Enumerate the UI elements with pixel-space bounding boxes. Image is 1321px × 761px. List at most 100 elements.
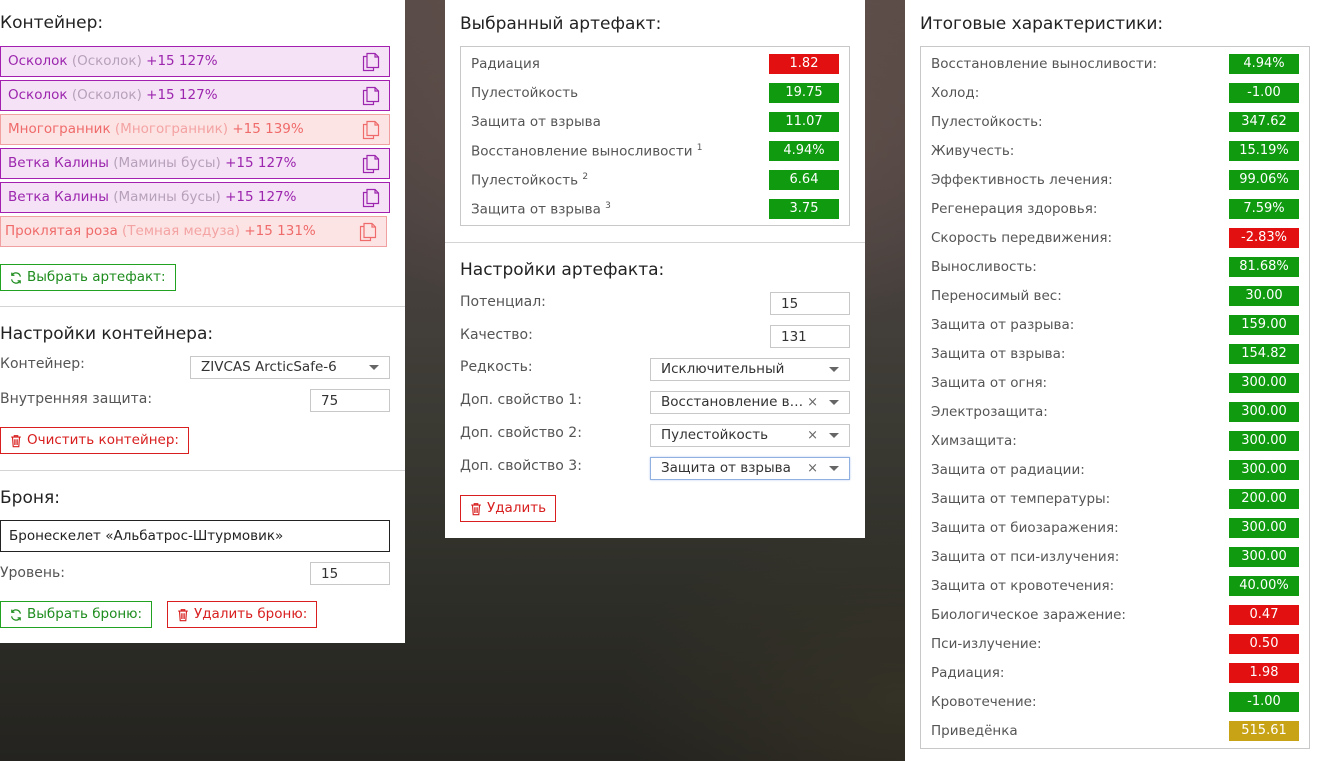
stat-label-text: Пулестойкость: bbox=[931, 114, 1043, 130]
artifact-row[interactable]: Осколок (Осколок) +15 127% bbox=[0, 80, 390, 111]
stat-label-text: Восстановление выносливости bbox=[471, 143, 693, 160]
prop1-label: Доп. свойство 1: bbox=[460, 392, 582, 408]
stat-value: -1.00 bbox=[1229, 83, 1299, 103]
stat-row: Регенерация здоровья: 7.59% bbox=[921, 195, 1309, 224]
select-armor-button[interactable]: Выбрать броню: bbox=[0, 601, 153, 628]
select-armor-label: Выбрать броню: bbox=[27, 606, 143, 622]
stat-value: 6.64 bbox=[769, 170, 839, 190]
stat-row: Живучесть: 15.19% bbox=[921, 137, 1309, 166]
container-title: Контейнер: bbox=[0, 13, 104, 33]
stat-label: Пулестойкость bbox=[471, 85, 578, 101]
chevron-down-icon bbox=[369, 365, 379, 370]
artifact-row[interactable]: Ветка Калины (Мамины бусы) +15 127% bbox=[0, 148, 390, 179]
copy-icon[interactable] bbox=[362, 188, 380, 208]
stat-label-text: Защита от температуры: bbox=[931, 491, 1111, 507]
stat-value: 15.19% bbox=[1229, 141, 1299, 161]
copy-icon[interactable] bbox=[362, 154, 380, 174]
clear-icon[interactable]: × bbox=[807, 458, 818, 479]
totals-stats: Восстановление выносливости: 4.94% Холод: -… bbox=[920, 46, 1310, 749]
stat-row: Пулестойкость 19.75 bbox=[461, 79, 849, 108]
stat-label: Живучесть: bbox=[931, 143, 1014, 159]
stat-label-text: Защита от радиации: bbox=[931, 462, 1085, 478]
quality-input[interactable] bbox=[770, 325, 850, 348]
copy-icon[interactable] bbox=[362, 52, 380, 72]
stat-row: Эффективность лечения: 99.06% bbox=[921, 166, 1309, 195]
artifact-subname: (Многогранник) bbox=[114, 121, 229, 137]
middle-panel: Выбранный артефакт: Радиация 1.82 Пулестой… bbox=[445, 0, 865, 538]
inner-protection-input[interactable] bbox=[310, 389, 390, 412]
armor-level-input[interactable] bbox=[310, 562, 390, 585]
stat-label: Восстановление выносливости: bbox=[931, 56, 1157, 72]
stat-label: Защита от радиации: bbox=[931, 462, 1085, 478]
stat-label-text: Переносимый вес: bbox=[931, 288, 1062, 304]
stat-row: Защита от радиации: 300.00 bbox=[921, 456, 1309, 485]
rarity-select[interactable]: Исключительный bbox=[650, 358, 850, 381]
stat-label: Восстановление выносливости 1 bbox=[471, 143, 703, 160]
stat-label-text: Защита от взрыва: bbox=[931, 346, 1066, 362]
divider bbox=[0, 470, 405, 471]
stat-label-text: Восстановление выносливости: bbox=[931, 56, 1158, 72]
artifact-row[interactable]: Проклятая роза (Темная медуза) +15 131% bbox=[0, 216, 387, 247]
stat-label: Защита от взрыва: bbox=[931, 346, 1065, 362]
left-panel: Контейнер: Осколок (Осколок) +15 127% Оск… bbox=[0, 0, 405, 643]
stat-label-text: Пси-излучение: bbox=[931, 636, 1042, 652]
artifact-name: Осколок bbox=[8, 87, 68, 103]
stat-label: Защита от разрыва: bbox=[931, 317, 1074, 333]
stat-label-text: Защита от взрыва bbox=[471, 114, 601, 130]
prop1-select[interactable]: Восстановление выносливости × bbox=[650, 391, 850, 414]
prop2-select[interactable]: Пулестойкость × bbox=[650, 424, 850, 447]
copy-icon[interactable] bbox=[362, 86, 380, 106]
stat-row: Переносимый вес: 30.00 bbox=[921, 282, 1309, 311]
artifact-name: Ветка Калины bbox=[8, 155, 109, 171]
stat-value: 300.00 bbox=[1229, 431, 1299, 451]
artifact-row[interactable]: Осколок (Осколок) +15 127% bbox=[0, 46, 390, 77]
stat-row: Радиация: 1.98 bbox=[921, 659, 1309, 688]
stat-label: Пулестойкость 2 bbox=[471, 172, 588, 189]
container-label: Контейнер: bbox=[0, 356, 85, 372]
container-select[interactable]: ZIVCAS ArcticSafe-6 bbox=[190, 356, 390, 379]
copy-icon[interactable] bbox=[362, 120, 380, 140]
stat-label-text: Холод: bbox=[931, 85, 980, 101]
armor-name-field[interactable]: Бронескелет «Альбатрос-Штурмовик» bbox=[0, 520, 390, 552]
right-panel: Итоговые характеристики: Восстановление … bbox=[905, 0, 1321, 761]
copy-icon[interactable] bbox=[359, 222, 377, 242]
divider bbox=[445, 242, 865, 243]
stat-value: 30.00 bbox=[1229, 286, 1299, 306]
stat-label: Выносливость: bbox=[931, 259, 1037, 275]
artifact-row[interactable]: Ветка Калины (Мамины бусы) +15 127% bbox=[0, 182, 390, 213]
stat-row: Пси-излучение: 0.50 bbox=[921, 630, 1309, 659]
stat-label: Защита от пси-излучения: bbox=[931, 549, 1119, 565]
stat-value: -2.83% bbox=[1229, 228, 1299, 248]
prop3-select[interactable]: Защита от взрыва × bbox=[650, 457, 850, 480]
armor-level-label: Уровень: bbox=[0, 565, 65, 581]
artifact-bonus: +15 127% bbox=[225, 155, 297, 171]
stat-value: 19.75 bbox=[769, 83, 839, 103]
container-select-value: ZIVCAS ArcticSafe-6 bbox=[201, 359, 337, 375]
stat-label-text: Защита от разрыва: bbox=[931, 317, 1075, 333]
stat-label: Защита от огня: bbox=[931, 375, 1047, 391]
stat-label-text: Кровотечение: bbox=[931, 694, 1037, 710]
clear-container-button[interactable]: Очистить контейнер: bbox=[0, 427, 189, 454]
stat-row: Биологическое заражение: 0.47 bbox=[921, 601, 1309, 630]
delete-artifact-label: Удалить bbox=[487, 500, 547, 516]
refresh-icon bbox=[11, 608, 21, 621]
artifact-name: Ветка Калины bbox=[8, 189, 109, 205]
select-artifact-button[interactable]: Выбрать артефакт: bbox=[0, 264, 176, 291]
clear-icon[interactable]: × bbox=[807, 425, 818, 446]
stat-value: 300.00 bbox=[1229, 373, 1299, 393]
stat-label: Холод: bbox=[931, 85, 979, 101]
stat-value: 300.00 bbox=[1229, 547, 1299, 567]
stat-row: Восстановление выносливости: 4.94% bbox=[921, 50, 1309, 79]
stat-row: Приведёнка 515.61 bbox=[921, 717, 1309, 746]
artifact-bonus: +15 139% bbox=[232, 121, 304, 137]
delete-artifact-button[interactable]: Удалить bbox=[460, 495, 557, 522]
clear-icon[interactable]: × bbox=[807, 392, 818, 413]
stat-label-text: Защита от огня: bbox=[931, 375, 1048, 391]
selected-artifact-stats: Радиация 1.82 Пулестойкость 19.75 Защита от … bbox=[460, 46, 850, 226]
artifact-row[interactable]: Многогранник (Многогранник) +15 139% bbox=[0, 114, 390, 145]
delete-armor-button[interactable]: Удалить броню: bbox=[167, 601, 318, 628]
potential-input[interactable] bbox=[770, 292, 850, 315]
stat-value: 4.94% bbox=[1229, 54, 1299, 74]
chevron-down-icon bbox=[829, 466, 839, 471]
stat-row: Защита от кровотечения: 40.00% bbox=[921, 572, 1309, 601]
